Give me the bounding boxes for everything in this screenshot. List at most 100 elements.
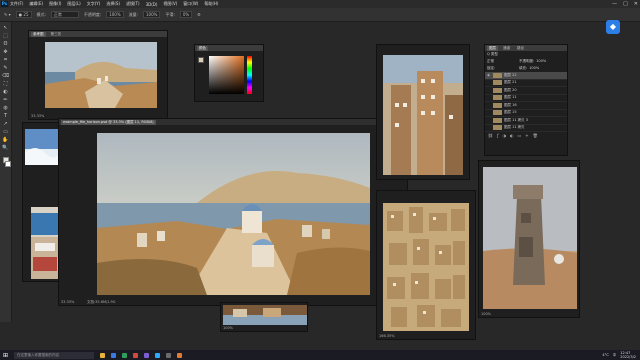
move-tool-icon[interactable]: ↖ — [2, 25, 10, 32]
start-button-icon[interactable]: ⊞ — [3, 352, 8, 359]
layer-kind-filter[interactable]: Q 类型 — [487, 52, 498, 57]
hue-slider[interactable] — [247, 56, 252, 94]
clock[interactable]: 12:47 2022/3/2 — [620, 351, 636, 359]
path-select-tool-icon[interactable]: ↗ — [2, 121, 10, 128]
brush-tool-icon[interactable]: ✎ ▾ — [4, 12, 11, 17]
color-picker-field[interactable] — [209, 56, 244, 94]
taskbar-app-icon[interactable] — [177, 352, 183, 358]
layer-name: 图层 11 拷贝 — [504, 125, 525, 130]
tab-reference[interactable]: 参考图 — [31, 31, 46, 37]
fill-label: 填充: — [519, 66, 528, 70]
menu-help[interactable]: 帮助(H) — [204, 1, 218, 7]
flow-label: 流量: — [128, 11, 139, 17]
settings-gear-icon[interactable]: ⚙ — [197, 12, 201, 17]
brush-size-picker[interactable]: ● 25 — [15, 11, 32, 18]
trash-icon[interactable]: 🗑 — [533, 133, 538, 138]
smooth-input[interactable]: 0% — [179, 11, 193, 18]
taskbar-app-icon[interactable] — [166, 352, 172, 358]
opacity-label: 不透明度: — [83, 11, 102, 17]
layer-name: 图层 22 — [504, 72, 517, 77]
reference-window-right-bottom[interactable]: 166.35% — [376, 190, 476, 340]
crop-tool-icon[interactable]: ⌗ — [2, 57, 10, 64]
taskbar-app-icon[interactable] — [111, 352, 117, 358]
right-bottom-zoom-status: 166.35% — [379, 334, 395, 338]
layer-row[interactable]: 图层 11 拷贝 — [485, 125, 567, 132]
layer-row[interactable]: 图层 11 拷贝 3 — [485, 117, 567, 125]
taskbar-app-icon[interactable] — [100, 352, 106, 358]
visibility-eye-icon[interactable]: ◉ — [487, 73, 491, 77]
menu-file[interactable]: 文件(F) — [10, 1, 23, 7]
layers-panel: 图层 通道 路径 Q 类型 正常 不透明度: 100% 锁定: 填充: 100%… — [484, 44, 568, 156]
menu-layer[interactable]: 图层(L) — [67, 1, 80, 7]
tab-channels[interactable]: 通道 — [501, 46, 512, 51]
gradient-tool-icon[interactable]: ⛶ — [2, 81, 10, 88]
reference-window-top-left[interactable]: 参考图 第三张 33.33% — [28, 30, 168, 120]
foreground-chip[interactable] — [198, 57, 204, 63]
fill-input[interactable]: 100% — [529, 66, 539, 71]
taskbar-search-input[interactable]: 在这里输入你要搜索的内容 — [14, 351, 95, 359]
mask-icon[interactable]: ◑ — [503, 133, 507, 138]
menu-edit[interactable]: 编辑(E) — [29, 1, 43, 7]
input-language[interactable]: 中 — [613, 353, 617, 358]
layer-row[interactable]: 图层 11 — [485, 95, 567, 102]
lasso-tool-icon[interactable]: ʘ — [2, 41, 10, 48]
tab-layers[interactable]: 图层 — [487, 45, 498, 51]
marquee-tool-icon[interactable]: ⬚ — [2, 33, 10, 40]
hand-tool-icon[interactable]: ✋ — [2, 137, 10, 144]
taskbar-app-icon[interactable] — [133, 352, 139, 358]
main-document-tab[interactable]: example_file_horizon.psd @ 33.3% (图层 11,… — [61, 119, 156, 125]
layer-row[interactable]: 图层 15 — [485, 110, 567, 117]
type-tool-icon[interactable]: T — [2, 113, 10, 120]
reference-window-right-tall[interactable] — [376, 44, 470, 180]
smooth-label: 平滑: — [165, 11, 175, 17]
brush-tool-icon[interactable]: ✎ — [2, 65, 10, 72]
taskbar-app-icon[interactable] — [122, 352, 128, 358]
fx-icon[interactable]: ƒ — [497, 133, 498, 138]
mode-label: 模式: — [36, 11, 46, 17]
taskbar-app-icon[interactable] — [144, 352, 150, 358]
menu-type[interactable]: 文字(Y) — [87, 1, 101, 7]
maximize-button[interactable]: □ — [623, 1, 628, 7]
layer-row[interactable]: 图层 20 — [485, 87, 567, 95]
adjustment-icon[interactable]: ◐ — [510, 133, 514, 138]
menu-3d[interactable]: 3D(D) — [146, 2, 158, 7]
menu-view[interactable]: 视图(V) — [163, 1, 177, 7]
blur-tool-icon[interactable]: ◍ — [2, 105, 10, 112]
close-button[interactable]: ✕ — [634, 1, 638, 7]
layer-row[interactable]: ◉ 图层 22 — [485, 72, 567, 80]
main-canvas-painting[interactable] — [97, 133, 370, 295]
eraser-tool-icon[interactable]: ⌫ — [2, 73, 10, 80]
menu-window[interactable]: 窗口(W) — [183, 1, 198, 7]
layer-row[interactable]: 图层 16 — [485, 102, 567, 110]
opacity-input[interactable]: 100% — [106, 11, 124, 18]
layer-row[interactable]: 图层 21 — [485, 80, 567, 87]
minimize-button[interactable]: — — [612, 1, 617, 7]
quick-select-tool-icon[interactable]: ✥ — [2, 49, 10, 56]
menu-select[interactable]: 选择(S) — [106, 1, 120, 7]
menu-filter[interactable]: 滤镜(T) — [126, 1, 140, 7]
background-color-swatch[interactable] — [4, 161, 11, 167]
layer-opacity-input[interactable]: 100% — [536, 59, 546, 64]
main-doc-info: 文档:35.6M/1.9G — [87, 300, 116, 304]
menu-image[interactable]: 图像(I) — [49, 1, 61, 7]
folder-icon[interactable]: ▭ — [518, 133, 522, 138]
dodge-tool-icon[interactable]: ◐ — [2, 89, 10, 96]
blend-mode-select[interactable]: 正常 — [487, 59, 517, 64]
mode-select[interactable]: 正常 — [50, 11, 79, 18]
link-layers-icon[interactable]: ⛓ — [488, 133, 493, 138]
zoom-status: 33.33% — [31, 114, 45, 118]
pen-tool-icon[interactable]: ✏ — [2, 97, 10, 104]
reference-window-bottom[interactable]: 100% — [220, 302, 308, 332]
layer-name: 图层 11 拷贝 3 — [504, 117, 529, 122]
new-layer-icon[interactable]: + — [525, 133, 528, 138]
reference-window-far-right[interactable]: 100% — [478, 160, 580, 318]
shape-tool-icon[interactable]: ▭ — [2, 129, 10, 136]
assistant-floating-icon[interactable]: ◆ — [606, 20, 620, 34]
main-document-window[interactable]: example_file_horizon.psd @ 33.3% (图层 11,… — [58, 118, 408, 306]
taskbar-app-icon[interactable] — [155, 352, 161, 358]
zoom-tool-icon[interactable]: 🔍 — [2, 145, 10, 152]
weather-temp[interactable]: 4°C — [602, 353, 608, 357]
tab-paths[interactable]: 路径 — [515, 46, 526, 51]
tab-third[interactable]: 第三张 — [49, 32, 64, 37]
flow-input[interactable]: 100% — [143, 11, 161, 18]
